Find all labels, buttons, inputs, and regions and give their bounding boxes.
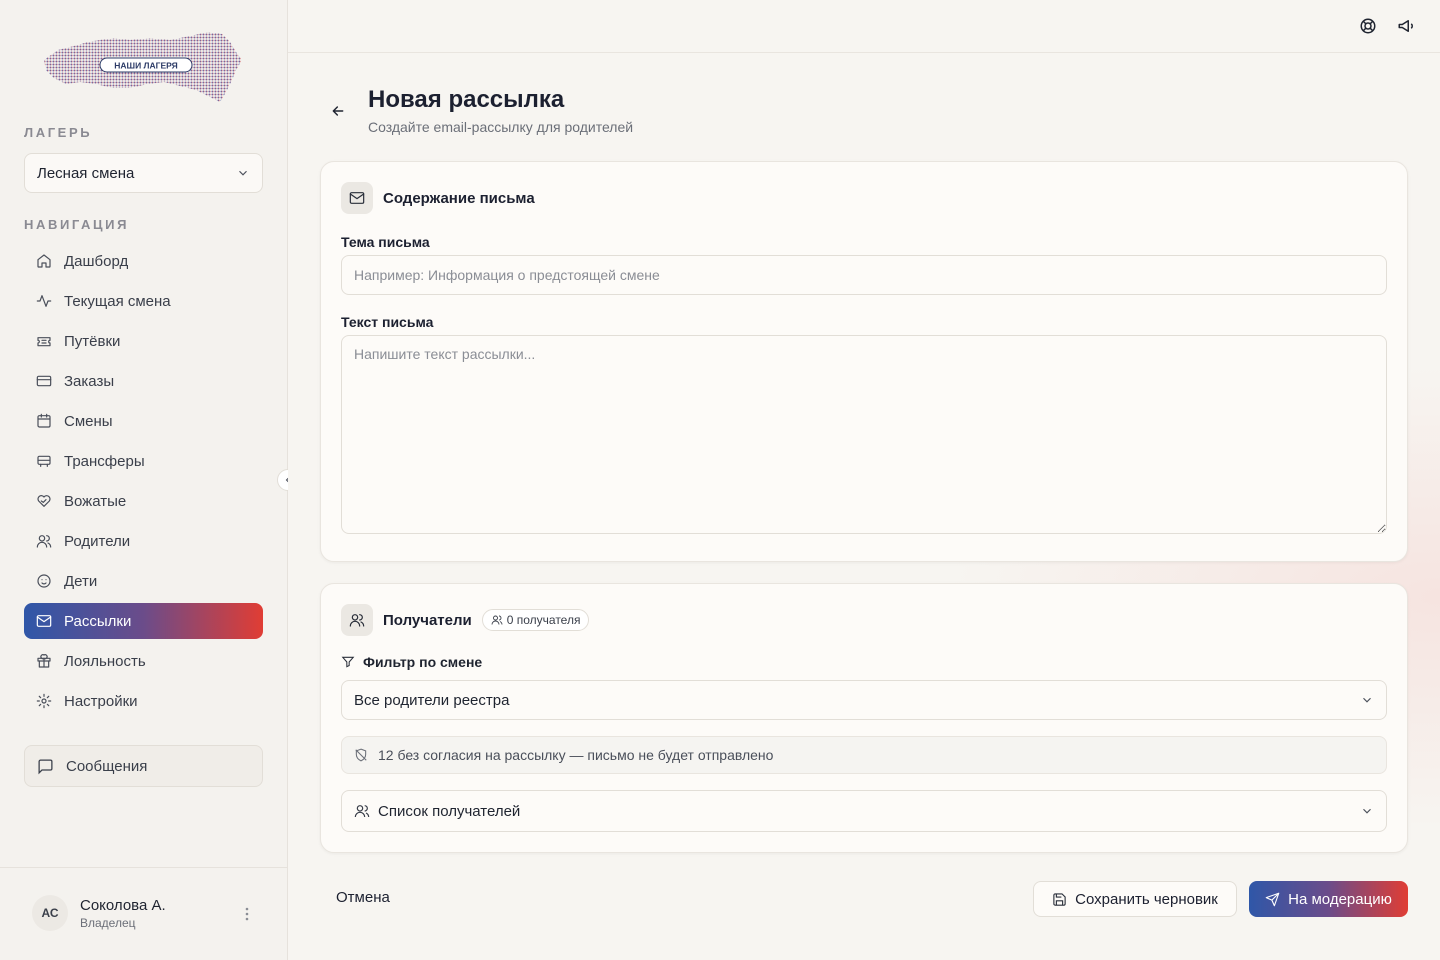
logo-text: НАШИ ЛАГЕРЯ xyxy=(114,61,177,71)
camp-select-value: Лесная смена xyxy=(37,164,135,182)
sidebar-item-label: Смены xyxy=(64,412,113,430)
sidebar-item-label: Настройки xyxy=(64,692,138,710)
logo: НАШИ ЛАГЕРЯ xyxy=(44,32,242,102)
cancel-button[interactable]: Отмена xyxy=(336,889,390,906)
chevron-down-icon xyxy=(1363,697,1371,703)
messages-label: Сообщения xyxy=(66,757,148,775)
sidebar: НАШИ ЛАГЕРЯ ЛАГЕРЬ Лесная смена НАВИГАЦИ… xyxy=(0,0,288,960)
megaphone-icon[interactable] xyxy=(1397,17,1415,35)
calendar-icon xyxy=(37,413,51,428)
sidebar-item-loyalty[interactable]: Лояльность xyxy=(24,643,263,679)
sidebar-item-shifts[interactable]: Смены xyxy=(24,403,263,439)
baby-icon xyxy=(37,574,51,588)
user-role: Владелец xyxy=(80,915,136,930)
sidebar-item-label: Рассылки xyxy=(64,612,132,630)
more-vertical-icon[interactable] xyxy=(240,905,254,923)
card-icon xyxy=(341,182,373,214)
recipients-card: Получатели 0 получателя Фильтр по смене … xyxy=(320,583,1408,853)
avatar: АС xyxy=(32,895,68,931)
user-name: Соколова А. xyxy=(80,896,166,914)
sidebar-item-label: Дашборд xyxy=(64,252,129,270)
shift-filter-label: Фильтр по смене xyxy=(341,654,482,670)
recipients-list-toggle[interactable]: Список получателей xyxy=(341,790,1387,832)
sidebar-item-label: Родители xyxy=(64,532,131,550)
sidebar-item-label: Трансферы xyxy=(64,452,145,470)
sidebar-item-vouchers[interactable]: Путёвки xyxy=(24,323,263,359)
mail-icon xyxy=(349,192,365,204)
sidebar-item-label: Лояльность xyxy=(64,652,146,670)
sidebar-item-label: Дети xyxy=(64,572,98,590)
bus-icon xyxy=(37,455,51,467)
content-card-title: Содержание письма xyxy=(383,189,535,207)
page-subtitle: Создайте email-рассылку для родителей xyxy=(368,119,634,135)
sidebar-item-label: Текущая смена xyxy=(64,292,171,310)
nav-section-label: НАВИГАЦИЯ xyxy=(24,217,130,232)
submit-moderation-label: На модерацию xyxy=(1288,890,1392,908)
subject-input[interactable] xyxy=(341,255,1387,295)
sidebar-item-settings[interactable]: Настройки xyxy=(24,683,263,719)
consent-notice: 12 без согласия на рассылку — письмо не … xyxy=(341,736,1387,774)
content-card: Содержание письма Тема письма Текст пись… xyxy=(320,161,1408,562)
shift-filter-label-text: Фильтр по смене xyxy=(363,654,483,670)
submit-moderation-button[interactable]: На модерацию xyxy=(1249,881,1408,917)
users-icon xyxy=(349,614,365,627)
home-icon xyxy=(37,254,51,268)
consent-notice-text: 12 без согласия на рассылку — письмо не … xyxy=(378,747,774,763)
filter-icon xyxy=(341,656,355,668)
users-icon xyxy=(36,535,52,548)
topbar xyxy=(288,0,1440,53)
sidebar-item-parents[interactable]: Родители xyxy=(24,523,263,559)
sidebar-item-label: Заказы xyxy=(64,372,115,390)
save-icon xyxy=(1053,892,1066,906)
sidebar-item-children[interactable]: Дети xyxy=(24,563,263,599)
sidebar-item-label: Путёвки xyxy=(64,332,121,350)
shield-off-icon xyxy=(355,748,367,762)
gift-icon xyxy=(37,654,51,668)
sidebar-item-dashboard[interactable]: Дашборд xyxy=(24,243,263,279)
help-lifebuoy-icon[interactable] xyxy=(1359,17,1377,35)
sidebar-item-orders[interactable]: Заказы xyxy=(24,363,263,399)
sidebar-item-mailings[interactable]: Рассылки xyxy=(24,603,263,639)
recipients-card-title: Получатели xyxy=(383,611,472,629)
recipients-count-badge: 0 получателя xyxy=(481,609,590,631)
sidebar-item-label: Вожатые xyxy=(64,492,127,510)
camp-select[interactable]: Лесная смена xyxy=(24,153,263,193)
messages-button[interactable]: Сообщения xyxy=(24,745,263,787)
body-textarea[interactable] xyxy=(341,335,1387,534)
back-arrow-icon[interactable] xyxy=(330,103,346,119)
recipients-count: 0 получателя xyxy=(506,613,581,627)
activity-icon xyxy=(36,295,52,307)
sidebar-nav: Дашборд Текущая смена Путёвки Заказы Сме… xyxy=(24,243,263,723)
subject-label: Тема письма xyxy=(341,234,430,250)
card-icon xyxy=(341,604,373,636)
mail-icon xyxy=(36,615,52,627)
credit-card-icon xyxy=(36,375,52,387)
sidebar-item-transfers[interactable]: Трансферы xyxy=(24,443,263,479)
chevron-down-icon xyxy=(239,170,247,176)
save-draft-label: Сохранить черновик xyxy=(1075,890,1218,908)
user-profile[interactable]: АС Соколова А. Владелец xyxy=(32,895,166,931)
sidebar-item-counselors[interactable]: Вожатые xyxy=(24,483,263,519)
sidebar-item-current-shift[interactable]: Текущая смена xyxy=(24,283,263,319)
chevron-down-icon xyxy=(1363,808,1371,814)
shift-filter-value: Все родители реестра xyxy=(354,691,510,709)
sidebar-divider xyxy=(0,867,288,868)
users-icon xyxy=(491,615,503,625)
message-square-icon xyxy=(38,758,53,774)
shift-filter-select[interactable]: Все родители реестра xyxy=(341,680,1387,720)
send-icon xyxy=(1265,892,1280,906)
gear-icon xyxy=(36,693,52,709)
heart-handshake-icon xyxy=(37,495,51,507)
users-icon xyxy=(354,805,370,818)
ticket-icon xyxy=(37,337,51,347)
recipients-list-label: Список получателей xyxy=(378,802,521,820)
camp-section-label: ЛАГЕРЬ xyxy=(24,125,93,140)
body-label: Текст письма xyxy=(341,314,434,330)
save-draft-button[interactable]: Сохранить черновик xyxy=(1033,881,1237,917)
page-title: Новая рассылка xyxy=(368,86,565,113)
